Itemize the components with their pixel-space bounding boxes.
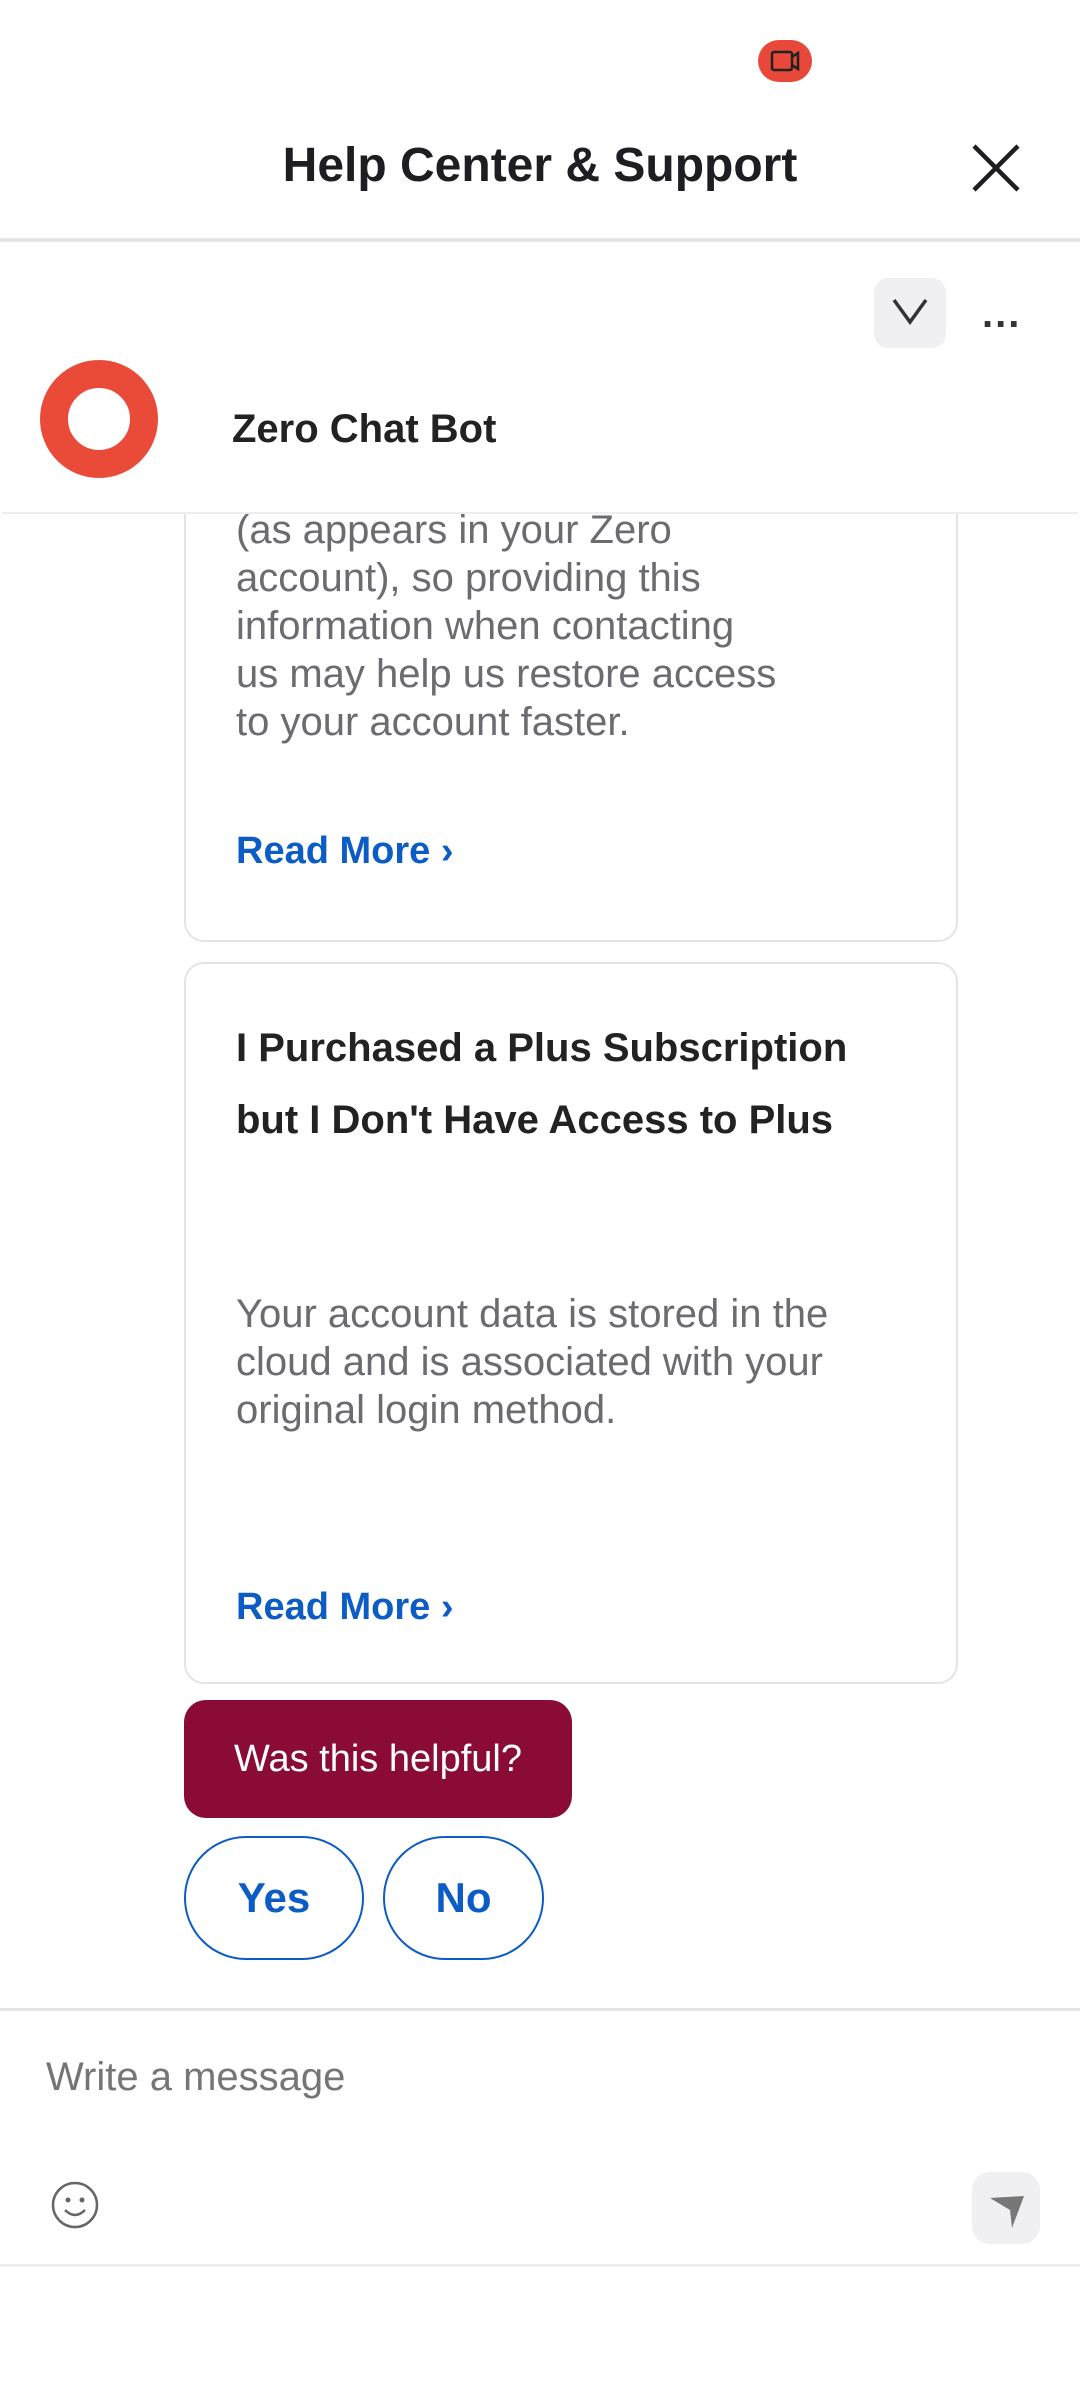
page-title: Help Center & Support bbox=[282, 139, 798, 192]
body-line: to your account faster. bbox=[236, 700, 630, 744]
composer-bottom-border bbox=[0, 2264, 1080, 2267]
body-line: information when contacting bbox=[236, 604, 735, 648]
chat-header: ... Zero Chat Bot bbox=[2, 242, 1078, 514]
message-input[interactable] bbox=[46, 2055, 946, 2100]
article-title: I Purchased a Plus Subscription but I Do… bbox=[236, 1026, 848, 1142]
body-line: us may help us restore access bbox=[236, 652, 777, 696]
article-card: (as appears in your Zero account), so pr… bbox=[184, 514, 958, 942]
article-body: (as appears in your Zero account), so pr… bbox=[236, 514, 916, 746]
avatar bbox=[40, 360, 158, 478]
more-options-button[interactable]: ... bbox=[982, 292, 1021, 337]
screen-record-icon bbox=[758, 40, 812, 82]
message-feed[interactable]: (as appears in your Zero account), so pr… bbox=[0, 514, 1080, 2008]
bot-name: Zero Chat Bot bbox=[232, 407, 497, 451]
send-icon bbox=[990, 2196, 1024, 2228]
feedback-question: Was this helpful? bbox=[184, 1700, 572, 1818]
body-line: (as appears in your Zero bbox=[236, 514, 672, 552]
minimize-button[interactable] bbox=[874, 278, 946, 348]
emoji-icon[interactable] bbox=[50, 2180, 100, 2230]
no-button[interactable]: No bbox=[383, 1836, 544, 1960]
composer-divider bbox=[0, 2008, 1080, 2011]
read-more-link[interactable]: Read More › bbox=[236, 830, 453, 873]
send-button[interactable] bbox=[972, 2172, 1040, 2244]
chevron-down-icon bbox=[892, 298, 928, 325]
close-icon[interactable] bbox=[968, 140, 1024, 196]
article-card: I Purchased a Plus Subscription but I Do… bbox=[184, 962, 958, 1684]
body-line: account), so providing this bbox=[236, 556, 701, 600]
yes-button[interactable]: Yes bbox=[184, 1836, 364, 1960]
article-body: Your account data is stored in the cloud… bbox=[236, 1292, 829, 1432]
read-more-link[interactable]: Read More › bbox=[236, 1586, 453, 1629]
